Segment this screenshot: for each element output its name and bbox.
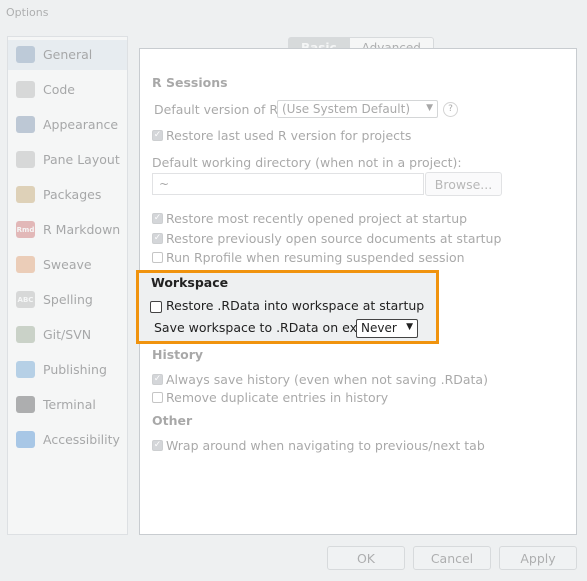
restore-docs-label: Restore previously open source documents… (166, 231, 502, 246)
sidebar-item-label: Sweave (43, 257, 92, 272)
run-rprofile-checkbox[interactable] (152, 252, 163, 263)
workspace-section: Workspace Restore .RData into workspace … (136, 270, 439, 344)
sidebar-item-label: Pane Layout (43, 152, 120, 167)
sidebar-item-appearance[interactable]: Appearance (8, 110, 127, 140)
remove-duplicates-label: Remove duplicate entries in history (166, 390, 389, 405)
wrap-around-label: Wrap around when navigating to previous/… (166, 438, 485, 453)
always-save-history-label: Always save history (even when not savin… (166, 372, 488, 387)
sidebar-item-label: Publishing (43, 362, 107, 377)
browse-button[interactable]: Browse... (425, 172, 502, 196)
sidebar-item-general[interactable]: General (8, 40, 127, 70)
sidebar-item-label: Accessibility (43, 432, 120, 447)
sidebar-item-terminal[interactable]: Terminal (8, 390, 127, 420)
run-rprofile-label: Run Rprofile when resuming suspended ses… (166, 250, 465, 265)
accessibility-icon (16, 431, 35, 448)
sidebar-item-spelling[interactable]: ABC Spelling (8, 285, 127, 315)
restore-project-checkbox[interactable]: ✓ (152, 213, 163, 224)
default-version-select[interactable]: (Use System Default) ▼ (277, 100, 438, 118)
code-icon (16, 81, 35, 98)
sidebar-item-packages[interactable]: Packages (8, 180, 127, 210)
sidebar-item-sweave[interactable]: Sweave (8, 250, 127, 280)
other-header: Other (152, 413, 193, 428)
restore-last-version-label: Restore last used R version for projects (166, 128, 412, 143)
default-wd-field[interactable]: ~ (152, 173, 424, 195)
r-logo-icon (16, 46, 35, 63)
workspace-header: Workspace (151, 275, 229, 290)
cancel-button[interactable]: Cancel (413, 546, 491, 570)
sidebar-item-accessibility[interactable]: Accessibility (8, 425, 127, 455)
sidebar-item-pane-layout[interactable]: Pane Layout (8, 145, 127, 175)
r-sessions-header: R Sessions (152, 75, 228, 90)
sidebar-item-code[interactable]: Code (8, 75, 127, 105)
default-wd-label: Default working directory (when not in a… (152, 155, 462, 170)
appearance-icon (16, 116, 35, 133)
sidebar-item-r-markdown[interactable]: Rmd R Markdown (8, 215, 127, 245)
remove-duplicates-checkbox[interactable] (152, 392, 163, 403)
window-title: Options (6, 6, 49, 19)
chevron-down-icon: ▼ (426, 103, 433, 113)
chevron-down-icon: ▼ (406, 322, 413, 332)
rmarkdown-icon: Rmd (16, 221, 35, 238)
restore-last-version-checkbox[interactable]: ✓ (152, 130, 163, 141)
sidebar-item-git-svn[interactable]: Git/SVN (8, 320, 127, 350)
sidebar-item-label: Appearance (43, 117, 119, 132)
wrap-around-checkbox[interactable]: ✓ (152, 440, 163, 451)
terminal-icon (16, 396, 35, 413)
title-bar: Options (0, 0, 587, 26)
ok-button[interactable]: OK (327, 546, 405, 570)
sidebar-item-label: Git/SVN (43, 327, 92, 342)
sidebar-item-label: Code (43, 82, 76, 97)
packages-icon (16, 186, 35, 203)
help-icon[interactable]: ? (443, 102, 458, 117)
git-icon (16, 326, 35, 343)
default-version-label: Default version of R: (154, 102, 282, 117)
sidebar-item-label: Packages (43, 187, 102, 202)
restore-docs-checkbox[interactable]: ✓ (152, 233, 163, 244)
sidebar-item-label: Terminal (43, 397, 96, 412)
restore-project-label: Restore most recently opened project at … (166, 211, 468, 226)
pane-layout-icon (16, 151, 35, 168)
sidebar: General Code Appearance Pane Layout Packages… (7, 36, 128, 535)
spelling-icon: ABC (16, 291, 35, 308)
sidebar-item-label: Spelling (43, 292, 93, 307)
history-header: History (152, 347, 204, 362)
publishing-icon (16, 361, 35, 378)
restore-rdata-checkbox[interactable] (150, 301, 162, 313)
sidebar-item-label: General (43, 47, 93, 62)
sidebar-item-publishing[interactable]: Publishing (8, 355, 127, 385)
sweave-icon (16, 256, 35, 273)
save-workspace-select[interactable]: Never ▼ (356, 319, 418, 338)
apply-button[interactable]: Apply (499, 546, 577, 570)
restore-rdata-label: Restore .RData into workspace at startup (166, 298, 425, 313)
sidebar-item-label: R Markdown (43, 222, 121, 237)
always-save-history-checkbox[interactable]: ✓ (152, 374, 163, 385)
save-workspace-label: Save workspace to .RData on exit: (154, 320, 370, 335)
